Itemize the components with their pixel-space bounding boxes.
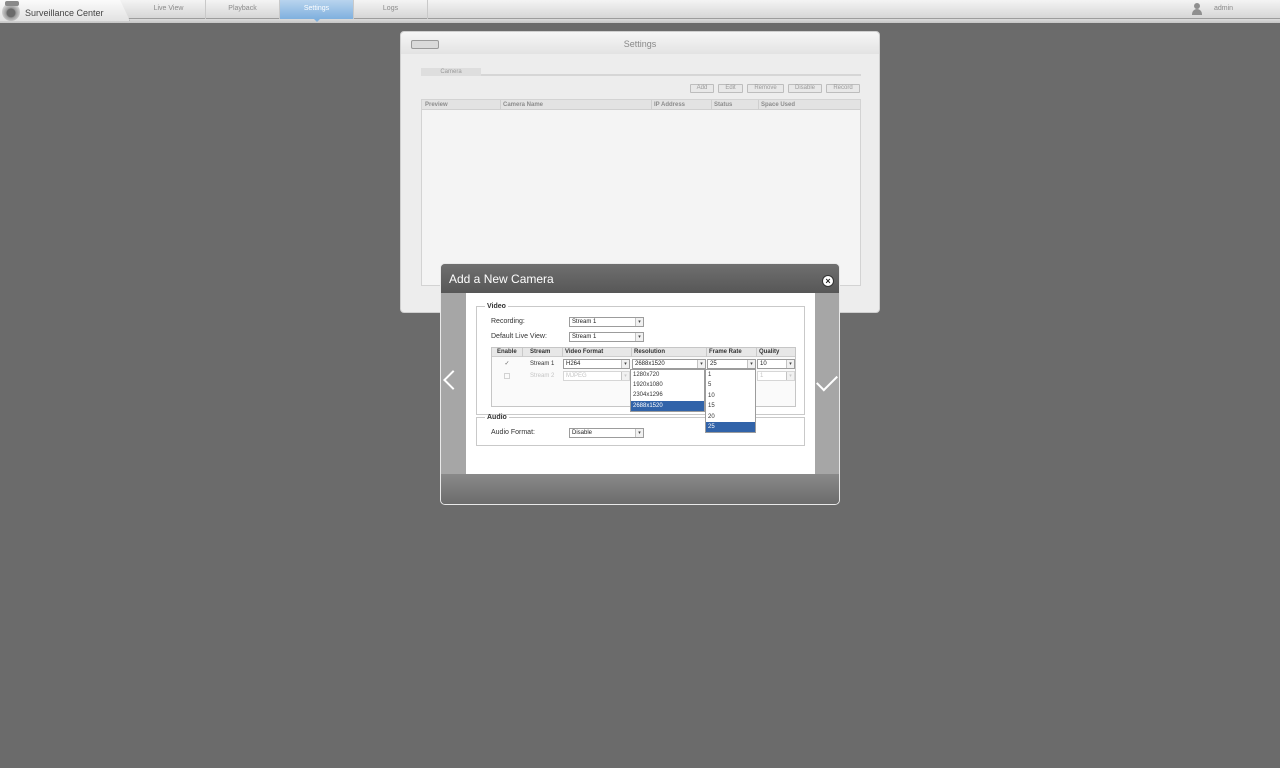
quality-value: 1 xyxy=(760,373,764,379)
recording-value: Stream 1 xyxy=(572,319,597,325)
chevron-down-icon[interactable]: ▾ xyxy=(621,360,629,368)
column-divider xyxy=(651,100,652,110)
enable-checkbox[interactable] xyxy=(504,373,510,379)
settings-header: Settings xyxy=(401,32,879,54)
column-divider xyxy=(522,348,523,357)
disable-button[interactable]: Disable xyxy=(788,84,822,93)
dialog-footer xyxy=(441,474,839,504)
stream-name: Stream 1 xyxy=(530,361,555,367)
quality-select: 1 ▾ xyxy=(757,371,795,381)
user-icon[interactable] xyxy=(1191,3,1203,15)
resolution-option-selected[interactable]: 2688x1520 xyxy=(631,401,704,411)
user-name[interactable]: admin xyxy=(1214,5,1233,12)
stream-name: Stream 2 xyxy=(530,373,555,379)
resolution-dropdown: 1280x720 1920x1080 2304x1296 2688x1520 xyxy=(630,369,705,412)
camera-table: Preview Camera Name IP Address Status Sp… xyxy=(421,99,861,286)
add-camera-dialog: Add a New Camera × Video Recording: Stre… xyxy=(440,263,840,505)
column-divider xyxy=(758,100,759,110)
column-divider xyxy=(756,348,757,357)
default-live-view-value: Stream 1 xyxy=(572,334,597,340)
column-preview[interactable]: Preview xyxy=(425,102,448,108)
app-title: Surveillance Center xyxy=(25,8,104,18)
quality-value: 10 xyxy=(760,361,767,367)
column-quality: Quality xyxy=(759,349,780,355)
frame-rate-select[interactable]: 25 ▾ xyxy=(707,359,756,369)
column-camera-name[interactable]: Camera Name xyxy=(503,102,543,108)
settings-title: Settings xyxy=(623,39,657,49)
video-format-select: MJPEG ▾ xyxy=(563,371,630,381)
dialog-header: Add a New Camera × xyxy=(441,264,839,293)
settings-tabstrip: Camera xyxy=(421,68,861,76)
resolution-value: 2688x1520 xyxy=(635,361,665,367)
chevron-down-icon: ▾ xyxy=(621,372,629,380)
camera-logo-icon xyxy=(2,1,20,21)
resolution-option[interactable]: 1280x720 xyxy=(631,370,704,380)
dialog-body: Video Recording: Stream 1 ▾ Default Live… xyxy=(466,293,815,474)
logo-area: Surveillance Center xyxy=(0,0,130,21)
chevron-left-icon[interactable] xyxy=(443,370,463,390)
column-divider xyxy=(562,348,563,357)
tab-settings[interactable]: Settings xyxy=(280,0,354,22)
column-divider xyxy=(500,100,501,110)
chevron-down-icon[interactable]: ▾ xyxy=(635,333,643,341)
camera-table-header: Preview Camera Name IP Address Status Sp… xyxy=(422,100,860,110)
recording-label: Recording: xyxy=(491,318,525,325)
add-button[interactable]: Add xyxy=(690,84,714,93)
frame-rate-option[interactable]: 15 xyxy=(706,401,755,411)
chevron-down-icon[interactable]: ▾ xyxy=(635,318,643,326)
audio-format-select[interactable]: Disable ▾ xyxy=(569,428,644,438)
close-icon[interactable]: × xyxy=(822,275,834,287)
column-divider xyxy=(711,100,712,110)
edit-button[interactable]: Edit xyxy=(718,84,743,93)
frame-rate-value: 25 xyxy=(710,361,717,367)
tab-playback[interactable]: Playback xyxy=(206,0,280,19)
recording-select[interactable]: Stream 1 ▾ xyxy=(569,317,644,327)
resolution-option[interactable]: 1920x1080 xyxy=(631,380,704,390)
column-resolution: Resolution xyxy=(634,349,665,355)
column-divider xyxy=(631,348,632,357)
frame-rate-option[interactable]: 1 xyxy=(706,370,755,380)
column-space-used[interactable]: Space Used xyxy=(761,102,795,108)
column-video-format: Video Format xyxy=(565,349,604,355)
video-format-select[interactable]: H264 ▾ xyxy=(563,359,630,369)
video-legend: Video xyxy=(487,303,506,310)
quality-select[interactable]: 10 ▾ xyxy=(757,359,795,369)
record-button[interactable]: Record xyxy=(826,84,860,93)
frame-rate-option-selected[interactable]: 25 xyxy=(706,422,755,432)
prev-panel[interactable] xyxy=(441,293,466,474)
tab-logs[interactable]: Logs xyxy=(354,0,428,19)
remove-button[interactable]: Remove xyxy=(747,84,784,93)
video-format-value: H264 xyxy=(566,361,581,367)
column-ip-address[interactable]: IP Address xyxy=(654,102,685,108)
default-live-view-select[interactable]: Stream 1 ▾ xyxy=(569,332,644,342)
tab-live-view[interactable]: Live View xyxy=(132,0,206,19)
chevron-down-icon[interactable]: ▾ xyxy=(635,429,643,437)
frame-rate-option[interactable]: 10 xyxy=(706,391,755,401)
audio-format-label: Audio Format: xyxy=(491,429,535,436)
top-bar-shadow xyxy=(0,19,1280,23)
audio-format-value: Disable xyxy=(572,430,593,436)
column-enable: Enable xyxy=(497,349,517,355)
chevron-down-icon: ▾ xyxy=(786,372,794,380)
frame-rate-dropdown: 1 5 10 15 20 25 xyxy=(705,369,756,433)
tab-camera[interactable]: Camera xyxy=(421,68,481,76)
enable-checkbox[interactable]: ✓ xyxy=(504,361,510,367)
column-frame-rate: Frame Rate xyxy=(709,349,742,355)
chevron-down-icon[interactable]: ▾ xyxy=(786,360,794,368)
resolution-select[interactable]: 2688x1520 ▾ xyxy=(632,359,706,369)
video-format-value: MJPEG xyxy=(566,373,587,379)
dialog-title: Add a New Camera xyxy=(449,272,554,286)
audio-legend: Audio xyxy=(487,414,507,421)
column-status[interactable]: Status xyxy=(714,102,732,108)
stream-table-header: Enable Stream Video Format Resolution Fr… xyxy=(492,348,795,357)
column-divider xyxy=(706,348,707,357)
frame-rate-option[interactable]: 20 xyxy=(706,412,755,422)
frame-rate-option[interactable]: 5 xyxy=(706,380,755,390)
chevron-down-icon[interactable]: ▾ xyxy=(697,360,705,368)
default-live-view-label: Default Live View: xyxy=(491,333,547,340)
resolution-option[interactable]: 2304x1296 xyxy=(631,390,704,400)
chevron-down-icon[interactable]: ▾ xyxy=(747,360,755,368)
column-stream: Stream xyxy=(530,349,551,355)
